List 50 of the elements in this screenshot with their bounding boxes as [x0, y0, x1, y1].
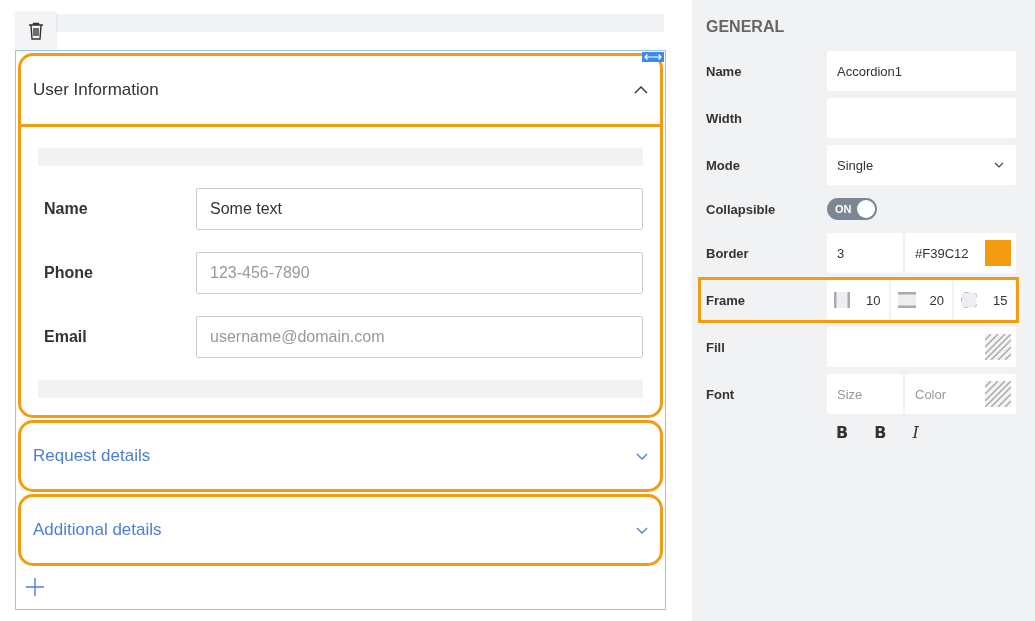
frame-field[interactable]: 15: [954, 280, 1016, 320]
trash-icon: [28, 22, 44, 40]
chevron-down-icon: [636, 526, 648, 534]
field-label: Phone: [43, 264, 94, 282]
rounded-square-icon: [961, 292, 977, 308]
resize-handle[interactable]: [642, 52, 664, 62]
frame-field[interactable]: 20: [890, 280, 952, 320]
fill-field[interactable]: [827, 327, 1016, 367]
property-label: Collapsible: [705, 201, 777, 217]
text-field[interactable]: username@domain.com: [196, 316, 643, 358]
bold-button[interactable]: B: [870, 423, 891, 442]
hex-color-field[interactable]: #F39C12: [905, 233, 1016, 273]
plus-icon: [26, 578, 44, 596]
mode-dropdown[interactable]: Single: [827, 145, 1016, 185]
double-arrow-icon: [644, 54, 662, 60]
border-width-field[interactable]: 3: [827, 233, 903, 273]
property-label: Width: [705, 110, 743, 126]
hatch-pattern-icon: [985, 334, 1011, 360]
frame-field[interactable]: 10: [827, 280, 889, 320]
field-label: Name: [43, 200, 89, 218]
text-field[interactable]: Accordion1: [827, 51, 1016, 91]
property-label: Fill: [705, 339, 726, 355]
text-field[interactable]: Some text: [196, 188, 643, 230]
font-size-field[interactable]: Size: [827, 374, 903, 414]
toggle-switch[interactable]: ON: [827, 198, 877, 220]
top-bottom-borders-icon: [897, 292, 916, 308]
accordion-header[interactable]: Additional details: [21, 497, 660, 563]
side-borders-icon: [834, 292, 850, 308]
hatch-pattern-icon: [985, 381, 1011, 407]
chevron-up-icon: [634, 86, 648, 94]
accordion-header[interactable]: Request details: [21, 423, 660, 489]
property-label: Mode: [705, 157, 741, 173]
accordion-title: Request details: [33, 446, 151, 466]
accordion-header[interactable]: User Information: [21, 56, 660, 127]
field-label: Email: [43, 328, 88, 346]
chevron-down-icon: [636, 452, 648, 460]
bold-button[interactable]: B: [832, 423, 853, 442]
section-title: GENERAL: [706, 18, 786, 36]
property-label: Frame: [705, 292, 747, 308]
accordion-title: Additional details: [33, 520, 162, 540]
italic-button[interactable]: I: [908, 423, 923, 442]
property-label: Font: [705, 386, 736, 402]
add-button[interactable]: [26, 578, 46, 598]
chevron-down-icon: [994, 162, 1004, 168]
delete-button[interactable]: [16, 12, 56, 50]
property-label: Name: [705, 63, 743, 79]
color-swatch[interactable]: [985, 240, 1011, 266]
accordion-title: User Information: [33, 80, 159, 100]
property-label: Border: [705, 245, 750, 261]
text-field[interactable]: 123-456-7890: [196, 252, 643, 294]
